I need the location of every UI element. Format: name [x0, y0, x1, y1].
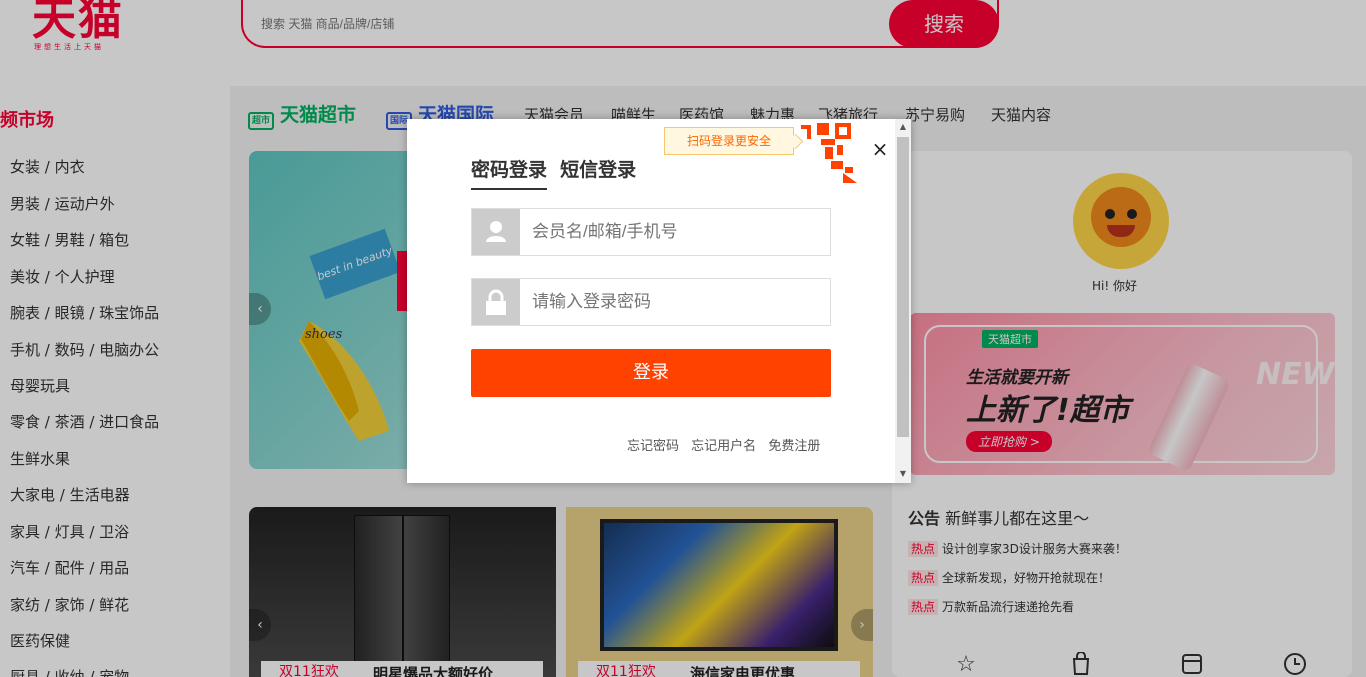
user-icon [472, 209, 520, 255]
forgot-username-link[interactable]: 忘记用户名 [691, 439, 756, 454]
close-icon[interactable]: × [870, 139, 890, 159]
username-input[interactable] [532, 219, 812, 245]
login-button[interactable]: 登录 [471, 349, 831, 397]
scroll-up-icon[interactable]: ▲ [898, 122, 908, 132]
scroll-down-icon[interactable]: ▼ [898, 469, 908, 479]
tab-password-login[interactable]: 密码登录 [471, 155, 548, 190]
login-links: 忘记密码 忘记用户名 免费注册 [619, 435, 820, 454]
register-link[interactable]: 免费注册 [768, 439, 820, 454]
tab-sms-login[interactable]: 短信登录 [560, 155, 636, 188]
password-input[interactable] [532, 289, 812, 315]
lock-icon [472, 279, 520, 325]
username-field [471, 208, 831, 256]
scrollbar-thumb[interactable] [897, 137, 909, 437]
login-tabs: 密码登录 短信登录 [471, 155, 644, 190]
qr-login-tip: 扫码登录更安全 [664, 127, 794, 155]
login-modal: 密码登录 短信登录 扫码登录更安全 × 登录 忘记密码 忘记用户名 免费注册 [407, 119, 911, 483]
modal-scrollbar[interactable]: ▲ ▼ [895, 119, 911, 483]
forgot-password-link[interactable]: 忘记密码 [627, 439, 679, 454]
qr-code-icon[interactable] [791, 121, 857, 183]
password-field [471, 278, 831, 326]
